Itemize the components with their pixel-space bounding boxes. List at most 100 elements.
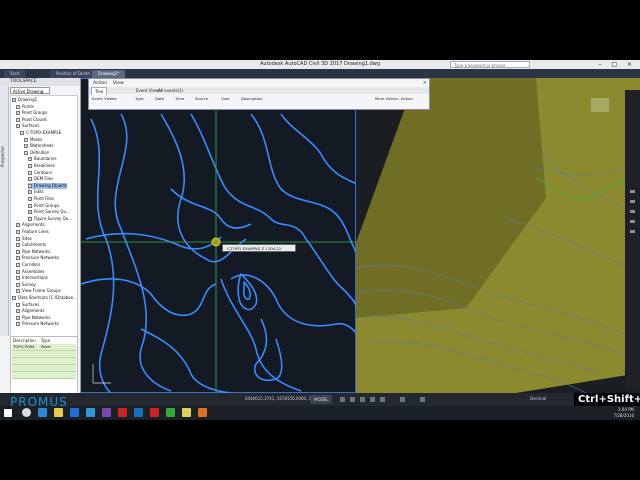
maximize-button[interactable]: □: [611, 61, 621, 68]
prospector-side-tab[interactable]: Prospector: [0, 86, 9, 336]
polar-icon[interactable]: [370, 397, 375, 402]
tree-item[interactable]: Point Groups: [28, 203, 59, 209]
excel-icon[interactable]: [166, 408, 175, 417]
snap-icon[interactable]: [350, 397, 355, 402]
edge-icon[interactable]: [38, 408, 47, 417]
tree-item[interactable]: Feature Lines: [16, 229, 49, 235]
tree-item[interactable]: Masks: [24, 137, 42, 143]
tree-node-icon: [24, 137, 28, 142]
tree-item[interactable]: Surfaces: [16, 302, 39, 308]
sticky-notes-icon[interactable]: [182, 408, 191, 417]
tree-item-label: Drawing Objects: [34, 182, 68, 188]
pan-icon[interactable]: [630, 190, 635, 193]
col-time[interactable]: Time: [175, 96, 184, 102]
annotation-scale-icon[interactable]: [400, 397, 405, 402]
palette-close-icon[interactable]: ×: [423, 80, 427, 86]
tree-item-label: Pipe Networks: [22, 314, 51, 320]
tree-item[interactable]: Point Groups: [16, 110, 47, 116]
col-type[interactable]: Type: [135, 96, 144, 102]
skype-icon[interactable]: [86, 408, 95, 417]
revit-icon[interactable]: [150, 408, 159, 417]
tree-item[interactable]: View Frame Groups: [16, 288, 61, 294]
tree-item[interactable]: Intersections: [16, 275, 48, 281]
event-viewer-root[interactable]: Event Viewer: [92, 96, 117, 101]
tree-item[interactable]: Drawing Objects: [28, 182, 68, 189]
tree-item[interactable]: Sites: [16, 236, 32, 242]
col-date[interactable]: Date: [155, 96, 164, 102]
col-description[interactable]: Description: [241, 96, 263, 102]
tree-item[interactable]: DEM Files: [28, 176, 53, 182]
orbit-icon[interactable]: [630, 210, 635, 213]
tree-item[interactable]: Corridors: [16, 262, 40, 268]
navigation-bar[interactable]: [625, 90, 640, 390]
search-icon[interactable]: [22, 408, 31, 417]
tree-item[interactable]: Data Shortcuts [C:\Dropbox...: [12, 295, 77, 301]
search-input[interactable]: Type a keyword or phrase: [450, 61, 530, 68]
tree-item[interactable]: Survey: [16, 282, 36, 288]
recorder-icon[interactable]: [198, 408, 207, 417]
tree-item[interactable]: Edits: [28, 189, 44, 195]
tree-item-label: Masks: [30, 136, 43, 142]
col-action[interactable]: Action: [401, 96, 413, 102]
tree-item[interactable]: Pressure Networks: [16, 255, 59, 261]
tree-node-icon: [16, 309, 20, 314]
prospector-tree[interactable]: Drawing1 Points Point Groups Point Clouds Su…: [10, 95, 78, 337]
tree-item[interactable]: Surfaces: [16, 123, 39, 129]
tree-item[interactable]: Definition: [24, 150, 49, 156]
tree-item[interactable]: Points: [16, 104, 34, 110]
minimize-button[interactable]: –: [598, 61, 605, 68]
civil3d-icon[interactable]: [134, 408, 143, 417]
col-user[interactable]: User: [221, 96, 230, 102]
onenote-icon[interactable]: [102, 408, 111, 417]
tree-item-label: Edits: [34, 189, 44, 195]
tree-item[interactable]: Alignments: [16, 222, 45, 228]
tree-item[interactable]: C-TOPO-EXAMPLE: [20, 130, 61, 136]
tab-all-events[interactable]: All events(1): [155, 87, 186, 94]
close-button[interactable]: ×: [627, 61, 636, 68]
tab-start[interactable]: Start: [4, 70, 26, 78]
tree-item[interactable]: Pipe Networks: [16, 249, 51, 255]
tree-item[interactable]: Watersheds: [24, 143, 54, 149]
drawing-viewport-right[interactable]: [355, 78, 640, 394]
tree-item-label: Definition: [30, 149, 50, 155]
units-dropdown[interactable]: Decimal: [530, 396, 546, 401]
model-space-toggle[interactable]: MODEL: [310, 395, 333, 404]
tree-item[interactable]: Catchments: [16, 242, 46, 248]
start-button[interactable]: [4, 409, 12, 417]
file-explorer-icon[interactable]: [54, 408, 63, 417]
showmotion-icon[interactable]: [630, 220, 635, 223]
autocad-icon[interactable]: [118, 408, 127, 417]
details-row[interactable]: TOPO POIN Point: [12, 344, 76, 351]
tree-item[interactable]: Alignments: [16, 308, 45, 314]
ortho-icon[interactable]: [360, 397, 365, 402]
tab-position-of-death[interactable]: Position of Death: [50, 70, 97, 78]
drawing-viewport-left[interactable]: [80, 78, 358, 394]
col-more-information[interactable]: More Inform...: [375, 96, 402, 102]
tree-item[interactable]: Point Files: [28, 196, 54, 202]
zoom-icon[interactable]: [630, 200, 635, 203]
tree-item[interactable]: Boundaries: [28, 156, 57, 162]
tree-item[interactable]: Breaklines: [28, 163, 55, 169]
osnap-icon[interactable]: [380, 397, 385, 402]
grid-icon[interactable]: [340, 397, 345, 402]
clock[interactable]: 3:04 PM 7/28/2016: [604, 407, 634, 419]
tab-drawing1[interactable]: Drawing1*: [92, 70, 126, 78]
menu-action[interactable]: Action: [93, 80, 107, 87]
tree-item[interactable]: Pipe Networks: [16, 315, 51, 321]
tree-item[interactable]: Pressure Networks: [16, 321, 59, 327]
tab-tree[interactable]: Tree: [91, 87, 108, 95]
tree-item[interactable]: Assemblies: [16, 269, 45, 275]
tree-item[interactable]: Drawing1: [12, 97, 37, 103]
menu-view[interactable]: View: [113, 80, 124, 87]
steering-wheel-icon[interactable]: [630, 230, 635, 233]
tree-item[interactable]: Point Clouds: [16, 117, 47, 123]
tree-item[interactable]: Point Survey Qu...: [28, 209, 70, 215]
tree-item[interactable]: Contours: [28, 170, 52, 176]
col-source[interactable]: Source: [195, 96, 208, 102]
workspace-icon[interactable]: [420, 397, 425, 402]
tree-node-icon: [16, 289, 20, 294]
tree-item[interactable]: Figure Survey Qu...: [28, 216, 72, 222]
tree-node-icon: [16, 302, 20, 307]
outlook-icon[interactable]: [70, 408, 79, 417]
view-dropdown[interactable]: Active Drawing View: [10, 87, 50, 101]
